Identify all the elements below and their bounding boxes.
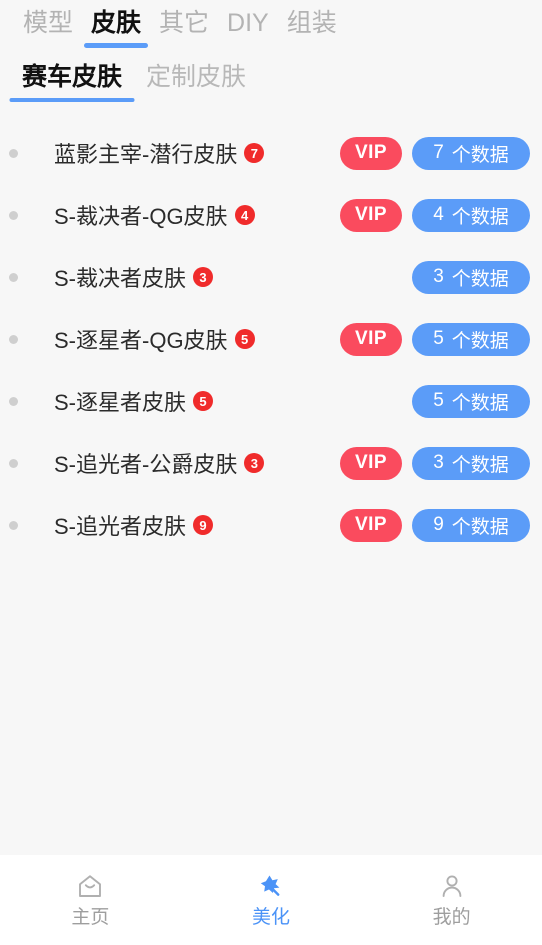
bullet-icon — [9, 272, 18, 282]
list-item-title-group: S-追光者-公爵皮肤 3 — [54, 447, 340, 479]
secondary-tab-label: 赛车皮肤 — [22, 63, 123, 91]
data-count-unit: 个数据 — [451, 516, 509, 538]
list-item-title: S-裁决者皮肤 — [54, 266, 187, 291]
data-count-pill[interactable]: 4 个数据 — [412, 198, 530, 232]
list-item-title-group: S-裁决者-QG皮肤 4 — [54, 199, 340, 231]
list-item[interactable]: S-裁决者皮肤 3 VIP 3 个数据 — [0, 246, 542, 308]
data-count-unit: 个数据 — [451, 392, 509, 414]
data-count-pill[interactable]: 9 个数据 — [412, 508, 530, 542]
nav-item-profile[interactable]: 我的 — [361, 871, 542, 929]
primary-tab-label: DIY — [227, 9, 269, 37]
count-badge: 7 — [244, 143, 265, 163]
list-item-title: S-逐星者皮肤 — [54, 390, 187, 415]
list-item-title: S-逐星者-QG皮肤 — [54, 328, 228, 353]
bullet-icon — [9, 396, 18, 406]
bullet-icon — [9, 334, 18, 344]
nav-item-beautify[interactable]: 美化 — [181, 871, 362, 929]
data-count-unit: 个数据 — [451, 144, 509, 166]
vip-badge[interactable]: VIP — [340, 446, 402, 480]
data-count-number: 3 — [433, 266, 444, 287]
nav-item-label: 主页 — [71, 907, 110, 928]
data-count-number: 3 — [433, 452, 444, 473]
list-item[interactable]: S-追光者-公爵皮肤 3 VIP 3 个数据 — [0, 432, 542, 494]
list-item[interactable]: 蓝影主宰-潜行皮肤 7 VIP 7 个数据 — [0, 122, 542, 184]
primary-tab-label: 组装 — [286, 9, 337, 37]
primary-tab-label: 模型 — [23, 9, 74, 37]
data-count-unit: 个数据 — [451, 268, 509, 290]
list-item[interactable]: S-逐星者-QG皮肤 5 VIP 5 个数据 — [0, 308, 542, 370]
count-badge: 5 — [234, 329, 255, 349]
list-item-title-group: S-逐星者皮肤 5 — [54, 385, 340, 417]
list-item-title: S-追光者-公爵皮肤 — [54, 452, 238, 477]
data-count-pill[interactable]: 3 个数据 — [412, 446, 530, 480]
bottom-navigation-bar: 主页 美化 我的 — [0, 855, 542, 945]
nav-item-label: 美化 — [252, 907, 291, 928]
bullet-icon — [9, 458, 18, 468]
vip-badge[interactable]: VIP — [340, 198, 402, 232]
primary-tab-assembly[interactable]: 组装 — [278, 8, 346, 48]
list-item[interactable]: S-裁决者-QG皮肤 4 VIP 4 个数据 — [0, 184, 542, 246]
primary-tab-other[interactable]: 其它 — [150, 8, 218, 48]
bullet-icon — [9, 210, 18, 220]
list-item-title-group: S-裁决者皮肤 3 — [54, 261, 340, 293]
list-item[interactable]: S-逐星者皮肤 5 VIP 5 个数据 — [0, 370, 542, 432]
list-item-title-group: S-逐星者-QG皮肤 5 — [54, 323, 340, 355]
count-badge: 3 — [244, 453, 265, 473]
data-count-unit: 个数据 — [451, 206, 509, 228]
magic-wand-icon — [257, 871, 285, 901]
list-item-title-group: S-追光者皮肤 9 — [54, 509, 340, 541]
data-count-number: 4 — [433, 204, 444, 225]
vip-badge[interactable]: VIP — [340, 322, 402, 356]
data-count-unit: 个数据 — [451, 454, 509, 476]
count-badge: 5 — [193, 391, 214, 411]
nav-item-label: 我的 — [432, 907, 471, 928]
primary-tab-active-underline — [84, 43, 149, 48]
list-item-title-group: 蓝影主宰-潜行皮肤 7 — [54, 137, 340, 169]
list-item[interactable]: S-追光者皮肤 9 VIP 9 个数据 — [0, 494, 542, 556]
vip-badge[interactable]: VIP — [340, 136, 402, 170]
primary-tab-bar: 模型 皮肤 其它 DIY 组装 — [0, 0, 542, 48]
primary-tab-label: 其它 — [159, 9, 210, 37]
secondary-tab-racing-skin[interactable]: 赛车皮肤 — [9, 62, 135, 104]
primary-tab-diy[interactable]: DIY — [218, 8, 278, 48]
skin-list: 蓝影主宰-潜行皮肤 7 VIP 7 个数据 S-裁决者-QG皮肤 4 VIP 4… — [0, 104, 542, 556]
secondary-tab-label: 定制皮肤 — [146, 63, 247, 91]
vip-badge[interactable]: VIP — [340, 508, 402, 542]
bullet-icon — [9, 520, 18, 530]
primary-tab-model[interactable]: 模型 — [14, 8, 82, 48]
secondary-tab-bar: 赛车皮肤 定制皮肤 — [0, 48, 542, 104]
data-count-pill[interactable]: 5 个数据 — [412, 384, 530, 418]
list-item-title: S-裁决者-QG皮肤 — [54, 204, 228, 229]
bullet-icon — [9, 148, 18, 158]
count-badge: 4 — [234, 205, 255, 225]
home-icon — [76, 871, 104, 901]
count-badge: 9 — [193, 515, 214, 535]
data-count-number: 5 — [433, 328, 444, 349]
data-count-number: 5 — [433, 390, 444, 411]
data-count-pill[interactable]: 7 个数据 — [412, 136, 530, 170]
nav-item-home[interactable]: 主页 — [0, 871, 181, 929]
list-item-title: S-追光者皮肤 — [54, 514, 187, 539]
secondary-tab-active-underline — [9, 98, 135, 102]
secondary-tab-custom-skin[interactable]: 定制皮肤 — [134, 62, 258, 104]
data-count-number: 9 — [433, 514, 444, 535]
data-count-pill[interactable]: 5 个数据 — [412, 322, 530, 356]
data-count-unit: 个数据 — [451, 330, 509, 352]
count-badge: 3 — [193, 267, 214, 287]
primary-tab-label: 皮肤 — [91, 9, 142, 37]
person-icon — [438, 871, 466, 901]
data-count-number: 7 — [433, 142, 444, 163]
primary-tab-skin[interactable]: 皮肤 — [82, 8, 150, 48]
data-count-pill[interactable]: 3 个数据 — [412, 260, 530, 294]
list-item-title: 蓝影主宰-潜行皮肤 — [54, 142, 238, 167]
